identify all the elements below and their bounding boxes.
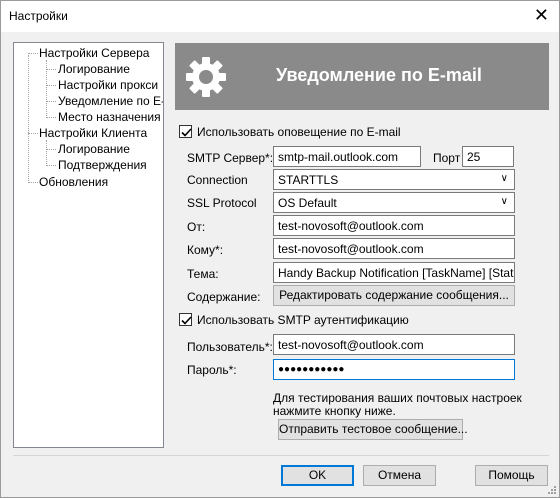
tree-line — [28, 182, 38, 183]
settings-tree: Настройки Сервера Логирование Настройки … — [13, 42, 164, 448]
to-label: Кому*: — [187, 243, 224, 257]
edit-content-button[interactable]: Редактировать содержание сообщения... — [273, 285, 515, 306]
tree-item-proxy-settings[interactable]: Настройки прокси — [58, 78, 158, 93]
to-input[interactable]: test-novosoft@outlook.com — [273, 238, 515, 259]
smtp-server-label: SMTP Сервер*: — [187, 151, 274, 165]
tree-line — [28, 53, 38, 54]
connection-label: Connection — [187, 173, 248, 187]
tree-item-confirmations[interactable]: Подтверждения — [58, 158, 147, 173]
connection-select[interactable]: STARTTLS ∨ — [273, 169, 515, 190]
gear-icon — [186, 57, 226, 97]
send-test-message-button[interactable]: Отправить тестовое сообщение... — [278, 419, 468, 440]
use-smtp-auth-checkbox[interactable] — [179, 313, 192, 326]
tree-item-email-notification[interactable]: Уведомление по E-mail — [58, 94, 163, 109]
use-smtp-auth-label: Использовать SMTP аутентификацию — [197, 313, 409, 327]
from-label: От: — [187, 220, 206, 234]
ssl-protocol-value: OS Default — [278, 196, 337, 210]
tree-item-destination[interactable]: Место назначения — [58, 110, 161, 125]
from-input[interactable]: test-novosoft@outlook.com — [273, 215, 515, 236]
subject-input[interactable]: Handy Backup Notification [TaskName] [St… — [273, 262, 515, 283]
tree-item-updates[interactable]: Обновления — [39, 175, 108, 190]
test-hint-line2: нажмите кнопку ниже. — [273, 404, 396, 418]
smtp-server-input[interactable]: smtp-mail.outlook.com — [273, 146, 421, 167]
settings-window: Настройки ✕ Настройки Сервера Логировани… — [0, 0, 560, 498]
help-button[interactable]: Помощь — [475, 465, 548, 486]
use-email-notify-label: Использовать оповещение по E-mail — [197, 125, 401, 139]
checkmark-icon — [181, 316, 192, 325]
divider — [13, 455, 549, 456]
port-input[interactable]: 25 — [462, 146, 514, 167]
port-label: Порт — [433, 151, 461, 165]
chevron-down-icon: ∨ — [500, 196, 508, 207]
ssl-protocol-label: SSL Protocol — [187, 196, 257, 210]
window-title: Настройки — [9, 9, 68, 23]
tree-line — [46, 85, 56, 86]
tree-line — [46, 165, 56, 166]
ok-button[interactable]: OK — [281, 465, 354, 486]
chevron-down-icon: ∨ — [500, 173, 508, 184]
banner-title: Уведомление по E-mail — [276, 65, 482, 85]
password-label: Пароль*: — [187, 363, 237, 377]
tree-item-server-settings[interactable]: Настройки Сервера — [39, 46, 149, 61]
checkmark-icon — [181, 128, 192, 137]
tree-line — [46, 101, 56, 102]
ssl-protocol-select[interactable]: OS Default ∨ — [273, 192, 515, 213]
content-label: Содержание: — [187, 290, 261, 304]
cancel-button[interactable]: Отмена — [363, 465, 436, 486]
resize-grip-icon[interactable] — [545, 483, 557, 495]
user-label: Пользователь*: — [187, 340, 273, 354]
user-input[interactable]: test-novosoft@outlook.com — [273, 334, 515, 355]
tree-item-server-logging[interactable]: Логирование — [58, 62, 130, 77]
title-bar: Настройки ✕ — [1, 1, 559, 32]
section-banner: Уведомление по E-mail — [175, 43, 549, 110]
subject-label: Тема: — [187, 267, 219, 281]
tree-line — [28, 55, 29, 183]
tree-item-client-logging[interactable]: Логирование — [58, 142, 130, 157]
tree-item-client-settings[interactable]: Настройки Клиента — [39, 126, 147, 141]
tree-line — [46, 117, 56, 118]
tree-line — [46, 69, 56, 70]
connection-value: STARTTLS — [278, 173, 339, 187]
test-hint-line1: Для тестирования ваших почтовых настроек — [273, 391, 522, 405]
password-input[interactable]: ●●●●●●●●●●● — [273, 359, 515, 380]
tree-line — [46, 140, 47, 166]
use-email-notify-checkbox[interactable] — [179, 125, 192, 138]
tree-line — [28, 133, 38, 134]
close-icon[interactable]: ✕ — [534, 5, 549, 25]
tree-line — [46, 149, 56, 150]
